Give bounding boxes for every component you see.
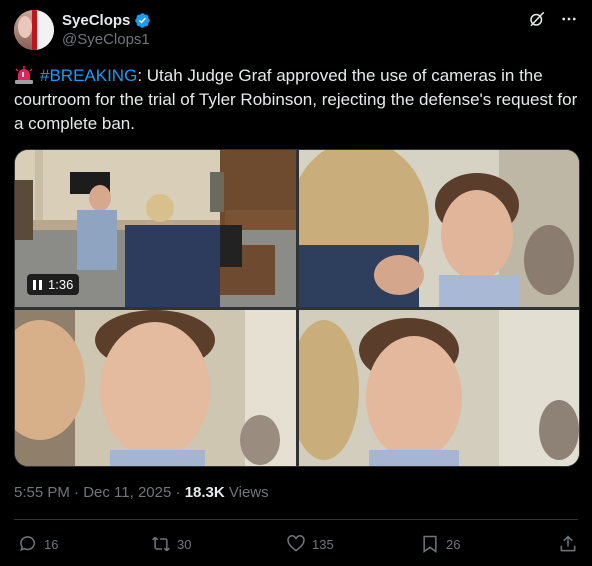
photo-4[interactable] — [299, 310, 579, 466]
bookmark-count: 26 — [446, 536, 461, 552]
share-icon — [560, 535, 576, 552]
repost-icon — [152, 536, 170, 552]
divider — [14, 519, 578, 520]
like-count: 135 — [312, 536, 334, 552]
verified-badge-icon — [135, 12, 151, 28]
reply-count: 16 — [44, 536, 59, 552]
action-bar: 16 30 135 26 — [14, 530, 578, 558]
grok-icon[interactable] — [528, 10, 546, 28]
like-button[interactable]: 135 — [286, 530, 334, 558]
bookmark-icon — [423, 535, 437, 553]
tweet-meta: 5:55 PM · Dec 11, 2025 · 18.3K Views — [14, 484, 269, 501]
avatar[interactable] — [14, 10, 54, 50]
more-icon[interactable] — [560, 10, 578, 28]
tweet-text: #BREAKING: Utah Judge Graf approved the … — [14, 64, 580, 136]
video-thumbnail-courtroom[interactable]: 1:36 — [15, 150, 296, 307]
photo-defendant-looking-up — [299, 150, 579, 307]
author-display-name-row: SyeClops — [62, 10, 151, 30]
photo-defendant-side — [299, 310, 579, 466]
views-count[interactable]: 18.3K — [185, 484, 225, 501]
views-label: Views — [224, 484, 269, 501]
tweet-time[interactable]: 5:55 PM — [14, 484, 70, 501]
repost-count: 30 — [177, 536, 192, 552]
tweet-date[interactable]: Dec 11, 2025 — [83, 484, 171, 501]
hashtag-breaking[interactable]: #BREAKING — [40, 66, 137, 85]
share-button[interactable] — [558, 530, 578, 558]
meta-separator: · — [171, 484, 185, 501]
author-handle[interactable]: @SyeClops1 — [62, 31, 151, 48]
author-names: SyeClops @SyeClops1 — [62, 10, 151, 48]
media-grid: 1:36 — [14, 149, 580, 467]
photo-2[interactable] — [299, 150, 579, 307]
author-display-name[interactable]: SyeClops — [62, 12, 130, 29]
photo-3[interactable] — [15, 310, 296, 466]
tweet-header: SyeClops @SyeClops1 — [14, 10, 578, 52]
heart-icon — [287, 535, 305, 552]
photo-defendant-closeup — [15, 310, 296, 466]
header-icons — [528, 10, 578, 28]
meta-separator: · — [69, 484, 84, 501]
reply-icon — [20, 536, 35, 552]
repost-button[interactable]: 30 — [151, 530, 191, 558]
siren-icon — [15, 66, 33, 84]
pause-icon[interactable] — [33, 279, 42, 290]
bookmark-button[interactable]: 26 — [420, 530, 460, 558]
reply-button[interactable]: 16 — [18, 530, 58, 558]
video-duration-badge[interactable]: 1:36 — [27, 274, 80, 295]
video-duration: 1:36 — [48, 277, 74, 292]
